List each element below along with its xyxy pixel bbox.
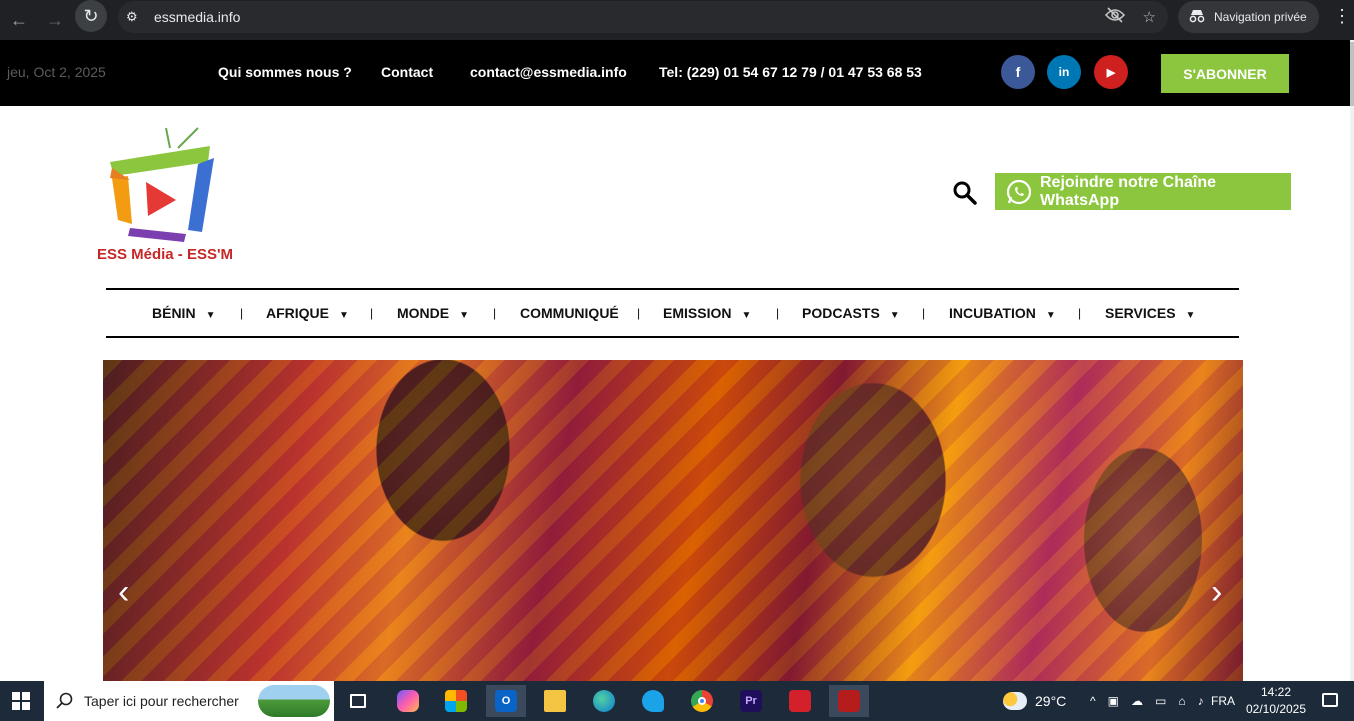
slider-next-arrow-icon[interactable]: › [1211,575,1222,609]
battery-icon[interactable]: ▭ [1155,694,1166,708]
hero-slider-image[interactable]: ‹ › [103,360,1243,681]
current-date: jeu, Oct 2, 2025 [7,64,106,80]
acrobat-icon[interactable] [780,685,820,717]
slider-prev-arrow-icon[interactable]: ‹ [118,575,129,609]
notification-icon[interactable] [1322,693,1338,707]
whatsapp-label: Rejoindre notre Chaîne WhatsApp [1040,173,1217,209]
email-link[interactable]: contact@essmedia.info [470,64,627,80]
chevron-down-icon: ▼ [459,310,470,321]
search-highlight-image [258,685,330,717]
onedrive-icon[interactable]: ☁ [1131,694,1143,708]
logo-caption: ESS Média - ESS'M [96,246,234,263]
chrome-icon[interactable] [682,685,722,717]
phone-number: Tel: (229) 01 54 67 12 79 / 01 47 53 68 … [659,64,922,80]
copilot-icon[interactable] [388,685,428,717]
main-navigation: BÉNIN ▼ | AFRIQUE ▼ | MONDE ▼ | COMMUNIQUÉ … [106,288,1239,338]
weather-widget[interactable]: 29°C [1003,681,1066,721]
tv-logo-icon [110,127,214,242]
search-icon [56,692,74,710]
back-arrow-icon[interactable]: ← [4,5,34,35]
page-scrollbar[interactable] [1350,40,1354,681]
nav-separator: | [1078,306,1082,320]
system-tray: ^ ▣ ☁ ▭ ⌂ ♪ [1090,681,1204,721]
nav-item-benin[interactable]: BÉNIN ▼ [152,305,215,321]
nav-item-podcasts[interactable]: PODCASTS ▼ [802,305,900,321]
windows-taskbar: Taper ici pour rechercher O Pr 29°C ^ ▣ … [0,681,1354,721]
taskbar-search-box[interactable]: Taper ici pour rechercher [44,681,334,721]
incognito-badge[interactable]: Navigation privée [1178,1,1319,33]
chevron-down-icon: ▼ [339,310,349,321]
chevron-down-icon: ▼ [1045,310,1056,321]
about-link[interactable]: Qui sommes nous ? [218,64,352,80]
clock-date: 02/10/2025 [1245,702,1307,716]
whatsapp-channel-button[interactable]: Rejoindre notre Chaîne WhatsApp [995,173,1291,210]
incognito-label: Navigation privée [1214,10,1307,24]
filezilla-icon[interactable] [829,685,869,717]
windows-start-icon[interactable] [12,692,30,710]
outlook-icon[interactable]: O [486,685,526,717]
volume-icon[interactable]: ♪ [1198,694,1204,708]
chevron-up-icon[interactable]: ^ [1090,694,1096,708]
cloud-app-icon[interactable] [633,685,673,717]
reload-icon[interactable]: ↻ [75,0,107,32]
nav-item-incubation[interactable]: INCUBATION ▼ [949,305,1056,321]
language-indicator[interactable]: FRA [1211,681,1235,721]
incognito-icon [1188,9,1206,26]
chevron-down-icon: ▼ [889,310,900,321]
nav-item-services[interactable]: SERVICES ▼ [1105,305,1195,321]
contact-link[interactable]: Contact [381,64,433,80]
chevron-down-icon: ▼ [205,310,216,321]
whatsapp-icon [1006,179,1032,205]
site-info-icon[interactable]: ⚙ [126,9,146,25]
weather-temperature: 29°C [1035,693,1067,709]
weather-cloud-sun-icon [1003,692,1027,710]
browser-toolbar: ← → ↻ ⚙ essmedia.info ☆ Navigation privé… [0,0,1354,40]
menu-kebab-icon[interactable]: ⋮ [1333,6,1351,26]
file-explorer-icon[interactable] [535,685,575,717]
youtube-icon[interactable]: ▶ [1094,55,1128,89]
chevron-down-icon: ▼ [1185,310,1196,321]
forward-arrow-icon[interactable]: → [40,5,70,35]
nav-item-communique[interactable]: COMMUNIQUÉ [520,305,619,321]
task-view-icon[interactable] [338,685,378,717]
nav-separator: | [922,306,926,320]
chevron-down-icon: ▼ [741,310,752,321]
premiere-pro-icon[interactable]: Pr [731,685,771,717]
network-icon[interactable]: ⌂ [1178,694,1185,708]
clock-time: 14:22 [1260,685,1292,699]
meet-now-icon[interactable]: ▣ [1108,694,1119,708]
site-logo[interactable]: ESS Média - ESS'M [90,124,240,269]
subscribe-button[interactable]: S'ABONNER [1161,54,1289,93]
nav-separator: | [776,306,780,320]
nav-item-monde[interactable]: MONDE ▼ [397,305,469,321]
facebook-icon[interactable]: f [1001,55,1035,89]
taskbar-clock[interactable]: 14:22 02/10/2025 [1240,684,1312,718]
top-bar: jeu, Oct 2, 2025 Qui sommes nous ? Conta… [0,40,1350,106]
address-bar[interactable]: ⚙ essmedia.info ☆ [118,1,1168,33]
nav-item-afrique[interactable]: AFRIQUE ▼ [266,305,349,321]
taskbar-search-placeholder: Taper ici pour rechercher [84,693,239,709]
url-text: essmedia.info [154,9,241,25]
search-icon[interactable] [952,180,978,206]
edge-icon[interactable] [584,685,624,717]
nav-separator: | [370,306,374,320]
microsoft-store-icon[interactable] [436,685,476,717]
nav-item-emission[interactable]: EMISSION ▼ [663,305,751,321]
nav-separator: | [493,306,497,320]
nav-separator: | [240,306,244,320]
bookmark-star-icon[interactable]: ☆ [1143,8,1156,26]
eye-off-icon[interactable] [1104,7,1125,27]
nav-separator: | [637,306,641,320]
linkedin-icon[interactable]: in [1047,55,1081,89]
